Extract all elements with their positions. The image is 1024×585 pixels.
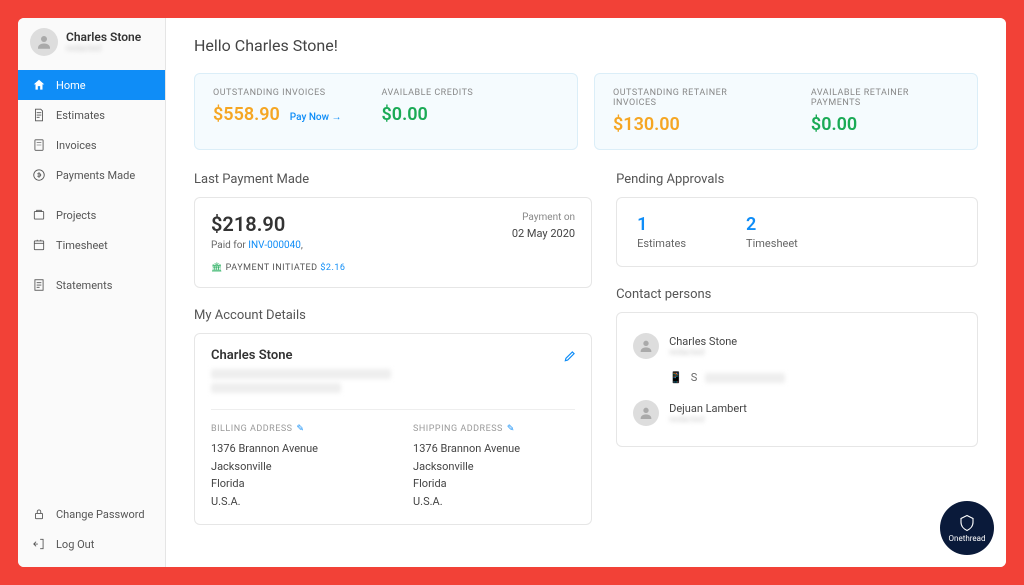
contact-avatar	[633, 400, 659, 426]
invoice-link[interactable]: INV-000040	[248, 240, 301, 251]
nav-label: Projects	[56, 209, 96, 222]
contact-row[interactable]: Charles Stone redacted	[633, 327, 961, 365]
phone-icon: 📱	[669, 371, 683, 384]
nav-item-home[interactable]: Home	[18, 70, 165, 100]
outstanding-label: OUTSTANDING INVOICES	[213, 88, 342, 98]
billing-label: BILLING ADDRESS✎	[211, 424, 373, 434]
approval-estimates[interactable]: 1 Estimates	[637, 214, 686, 250]
app-frame: Charles Stone redacted Home Estimates In…	[18, 18, 1006, 567]
sidebar: Charles Stone redacted Home Estimates In…	[18, 18, 166, 567]
contacts-title: Contact persons	[616, 287, 978, 302]
credits-value: $0.00	[382, 104, 474, 125]
user-subtitle: redacted	[66, 44, 141, 54]
contact-row[interactable]: Dejuan Lambert redacted	[633, 394, 961, 432]
account-card: Charles Stone BILLING ADDRESS✎ 1376 Bran…	[194, 333, 592, 525]
approvals-title: Pending Approvals	[616, 172, 978, 187]
user-block[interactable]: Charles Stone redacted	[18, 18, 165, 66]
bottom-nav: Change Password Log Out	[18, 499, 165, 567]
outstanding-value: $558.90	[213, 104, 280, 125]
nav-item-statements[interactable]: Statements	[18, 270, 165, 300]
statements-icon	[32, 278, 46, 292]
nav-item-timesheet[interactable]: Timesheet	[18, 230, 165, 260]
retainer-value: $130.00	[613, 114, 771, 135]
paynow-link[interactable]: Pay Now →	[290, 112, 342, 123]
timesheet-icon	[32, 238, 46, 252]
account-title: My Account Details	[194, 308, 592, 323]
contact-avatar	[633, 333, 659, 359]
nav-item-invoices[interactable]: Invoices	[18, 130, 165, 160]
nav-label: Estimates	[56, 109, 105, 122]
contacts-card: Charles Stone redacted 📱 S Dejuan Lamber…	[616, 312, 978, 447]
nav-item-estimates[interactable]: Estimates	[18, 100, 165, 130]
nav-label: Timesheet	[56, 239, 108, 252]
redacted-line	[211, 383, 341, 393]
nav-label: Home	[56, 79, 86, 92]
retainer-label: OUTSTANDING RETAINER INVOICES	[613, 88, 771, 108]
edit-shipping-icon[interactable]: ✎	[507, 424, 515, 434]
shipping-address-block: SHIPPING ADDRESS✎ 1376 Brannon Avenue Ja…	[413, 424, 575, 510]
redacted-line	[211, 369, 391, 379]
nav-label: Payments Made	[56, 169, 135, 182]
summary-card-invoices: OUTSTANDING INVOICES $558.90 Pay Now → A…	[194, 73, 578, 150]
lock-icon	[32, 507, 46, 521]
payment-initiated: 🏛 PAYMENT INITIATED $2.16	[211, 263, 345, 273]
billing-address-block: BILLING ADDRESS✎ 1376 Brannon Avenue Jac…	[211, 424, 373, 510]
payment-amount: $218.90	[211, 212, 345, 236]
summary-card-retainer: OUTSTANDING RETAINER INVOICES $130.00 AV…	[594, 73, 978, 150]
projects-icon	[32, 208, 46, 222]
bank-icon: 🏛	[211, 263, 223, 273]
edit-icon[interactable]	[563, 348, 577, 367]
nav-label: Statements	[56, 279, 112, 292]
nav-label: Log Out	[56, 538, 94, 551]
greeting: Hello Charles Stone!	[194, 36, 978, 55]
payment-sub: Paid for INV-000040,	[211, 240, 345, 251]
invoices-icon	[32, 138, 46, 152]
nav-label: Invoices	[56, 139, 97, 152]
avatar	[30, 28, 58, 56]
edit-billing-icon[interactable]: ✎	[297, 424, 305, 434]
retainer-payments-label: AVAILABLE RETAINER PAYMENTS	[811, 88, 959, 108]
nav: Home Estimates Invoices Payments Made Pr…	[18, 66, 165, 499]
shipping-label: SHIPPING ADDRESS✎	[413, 424, 575, 434]
contact-phone: 📱 S	[669, 371, 961, 384]
payment-on-label: Payment on	[512, 212, 575, 223]
account-name: Charles Stone	[211, 348, 575, 363]
two-col: Last Payment Made $218.90 Paid for INV-0…	[194, 172, 978, 525]
nav-item-projects[interactable]: Projects	[18, 200, 165, 230]
retainer-payments-value: $0.00	[811, 114, 959, 135]
nav-item-change-password[interactable]: Change Password	[18, 499, 165, 529]
approvals-card: 1 Estimates 2 Timesheet	[616, 197, 978, 267]
payments-icon	[32, 168, 46, 182]
credits-label: AVAILABLE CREDITS	[382, 88, 474, 98]
logout-icon	[32, 537, 46, 551]
nav-item-payments[interactable]: Payments Made	[18, 160, 165, 190]
main-content: Hello Charles Stone! OUTSTANDING INVOICE…	[166, 18, 1006, 567]
summary-row: OUTSTANDING INVOICES $558.90 Pay Now → A…	[194, 73, 978, 150]
estimates-icon	[32, 108, 46, 122]
approval-timesheet[interactable]: 2 Timesheet	[746, 214, 798, 250]
home-icon	[32, 78, 46, 92]
payment-date: 02 May 2020	[512, 227, 575, 240]
last-payment-title: Last Payment Made	[194, 172, 592, 187]
user-name: Charles Stone	[66, 30, 141, 44]
nav-label: Change Password	[56, 508, 145, 521]
last-payment-card: $218.90 Paid for INV-000040, 🏛 PAYMENT I…	[194, 197, 592, 288]
brand-badge[interactable]: Onethread	[940, 501, 994, 555]
nav-item-logout[interactable]: Log Out	[18, 529, 165, 559]
